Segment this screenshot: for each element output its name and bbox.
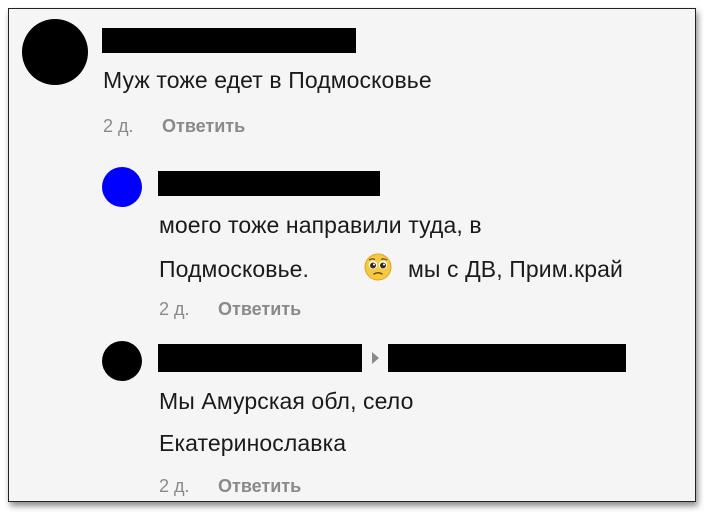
redacted-username[interactable]: [158, 171, 380, 196]
reply-button[interactable]: Ответить: [218, 477, 301, 495]
comment-text: мы с ДВ, Прим.край: [408, 256, 623, 282]
comment-time: 2 д.: [103, 116, 134, 136]
avatar[interactable]: [102, 341, 142, 381]
comment-time: 2 д.: [159, 299, 190, 319]
comment-text: Екатеринославка: [159, 430, 347, 456]
comment-text: моего тоже направили туда, в: [159, 212, 482, 238]
avatar[interactable]: [22, 19, 88, 85]
comment-time: 2 д.: [159, 476, 190, 496]
avatar[interactable]: [102, 167, 142, 207]
comment-text: Мы Амурская обл, село: [159, 388, 414, 414]
pleading-face-icon: [364, 253, 392, 281]
redacted-reply-target[interactable]: [388, 344, 626, 372]
reply-button[interactable]: Ответить: [162, 117, 245, 135]
reply-to-arrow-icon: [372, 352, 379, 364]
redacted-username[interactable]: [158, 344, 362, 372]
redacted-username[interactable]: [102, 28, 356, 53]
comment-text: Подмосковье.: [159, 256, 310, 282]
reply-button[interactable]: Ответить: [218, 300, 301, 318]
comment-text: Муж тоже едет в Подмосковье: [103, 67, 432, 93]
